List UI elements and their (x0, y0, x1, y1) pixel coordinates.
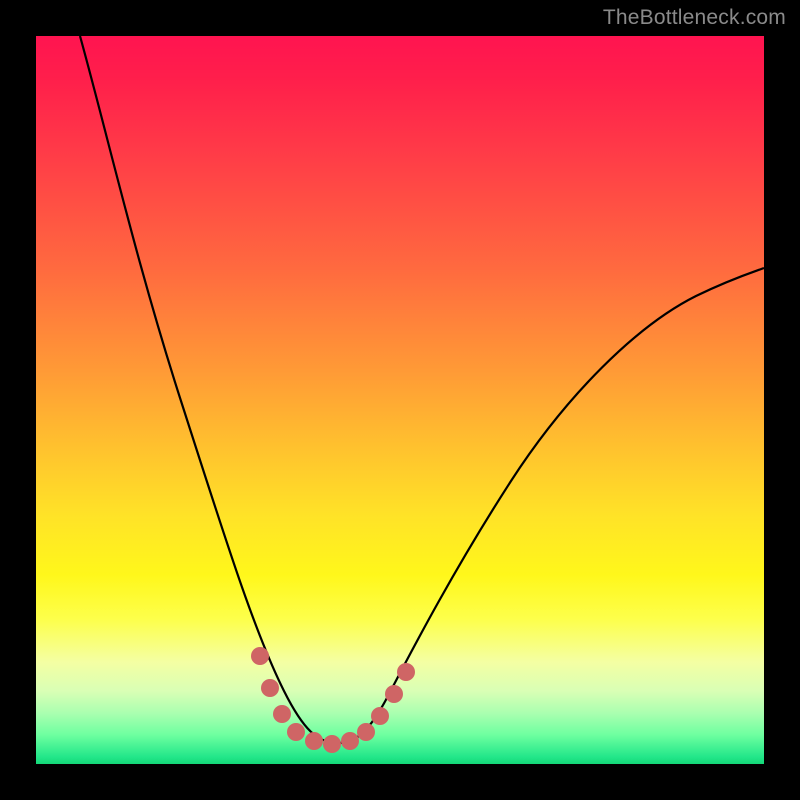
plot-area (36, 36, 764, 764)
highlight-dots (251, 647, 415, 753)
chart-frame: TheBottleneck.com (0, 0, 800, 800)
bottleneck-curve (80, 36, 764, 743)
chart-svg (36, 36, 764, 764)
watermark-text: TheBottleneck.com (603, 6, 786, 30)
